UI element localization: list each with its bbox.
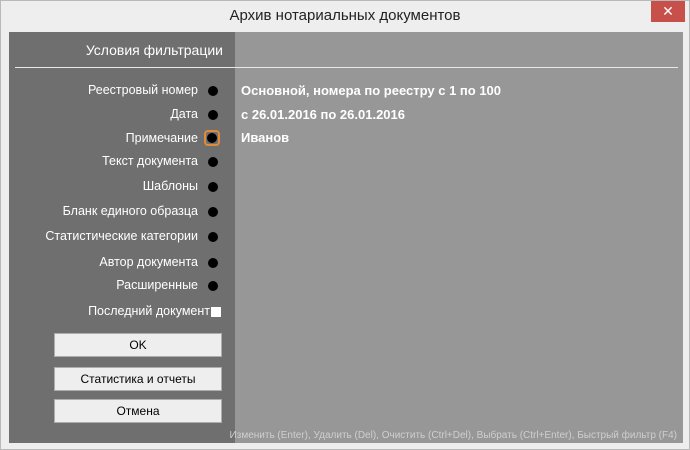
close-icon: ✕ [662, 3, 674, 19]
filter-indicator-focused[interactable] [204, 130, 220, 146]
note-value[interactable]: Иванов [241, 130, 289, 145]
filter-label: Реестровый номер [87, 83, 198, 97]
filter-statistical-categories[interactable]: Статистические категории [9, 227, 235, 247]
filter-indicator[interactable] [208, 258, 218, 268]
filter-advanced[interactable]: Расширенные [9, 276, 235, 296]
date-value[interactable]: с 26.01.2016 по 26.01.2016 [241, 107, 405, 122]
filter-date[interactable]: Дата [9, 105, 235, 125]
filter-label: Расширенные [116, 278, 198, 292]
filter-panel-header: Условия фильтрации [9, 32, 235, 67]
window-title: Архив нотариальных документов [229, 7, 461, 24]
keyboard-hint: Изменить (Enter), Удалить (Del), Очистит… [229, 430, 677, 441]
ok-button[interactable]: OK [54, 333, 222, 357]
filter-registry-number[interactable]: Реестровый номер [9, 81, 235, 101]
filter-label: Примечание [125, 131, 198, 145]
filter-templates[interactable]: Шаблоны [9, 177, 235, 197]
filter-label: Дата [170, 107, 198, 121]
filter-label: Текст документа [102, 154, 198, 168]
filter-indicator[interactable] [208, 281, 218, 291]
filter-document-author[interactable]: Автор документа [9, 253, 235, 273]
filter-panel-title: Условия фильтрации [85, 42, 223, 58]
filter-indicator[interactable] [208, 182, 218, 192]
app-window: Архив нотариальных документов ✕ Условия … [0, 0, 690, 450]
last-document-checkbox[interactable] [211, 307, 221, 317]
filter-note[interactable]: Примечание [9, 129, 235, 149]
last-document-option[interactable]: Последний документ [9, 302, 235, 322]
registry-number-value[interactable]: Основной, номера по реестру с 1 по 100 [241, 83, 501, 98]
filter-label: Статистические категории [45, 229, 198, 243]
filter-indicator[interactable] [208, 157, 218, 167]
filter-panel: Условия фильтрации Реестровый номер Дата… [9, 32, 235, 443]
statistics-reports-button[interactable]: Статистика и отчеты [54, 367, 222, 391]
filter-label: Шаблоны [142, 179, 198, 193]
filter-indicator[interactable] [208, 232, 218, 242]
cancel-button[interactable]: Отмена [54, 399, 222, 423]
filter-label: Автор документа [99, 255, 198, 269]
filter-document-text[interactable]: Текст документа [9, 152, 235, 172]
header-divider [15, 67, 678, 68]
close-button[interactable]: ✕ [651, 1, 685, 22]
filter-blank-form[interactable]: Бланк единого образца [9, 202, 235, 222]
filter-label: Бланк единого образца [62, 204, 198, 218]
last-document-label: Последний документ [88, 304, 210, 318]
title-bar[interactable]: Архив нотариальных документов ✕ [1, 1, 689, 31]
filter-indicator[interactable] [208, 86, 218, 96]
filter-indicator[interactable] [208, 110, 218, 120]
filter-indicator[interactable] [208, 207, 218, 217]
dialog-body: Условия фильтрации Реестровый номер Дата… [9, 32, 683, 443]
